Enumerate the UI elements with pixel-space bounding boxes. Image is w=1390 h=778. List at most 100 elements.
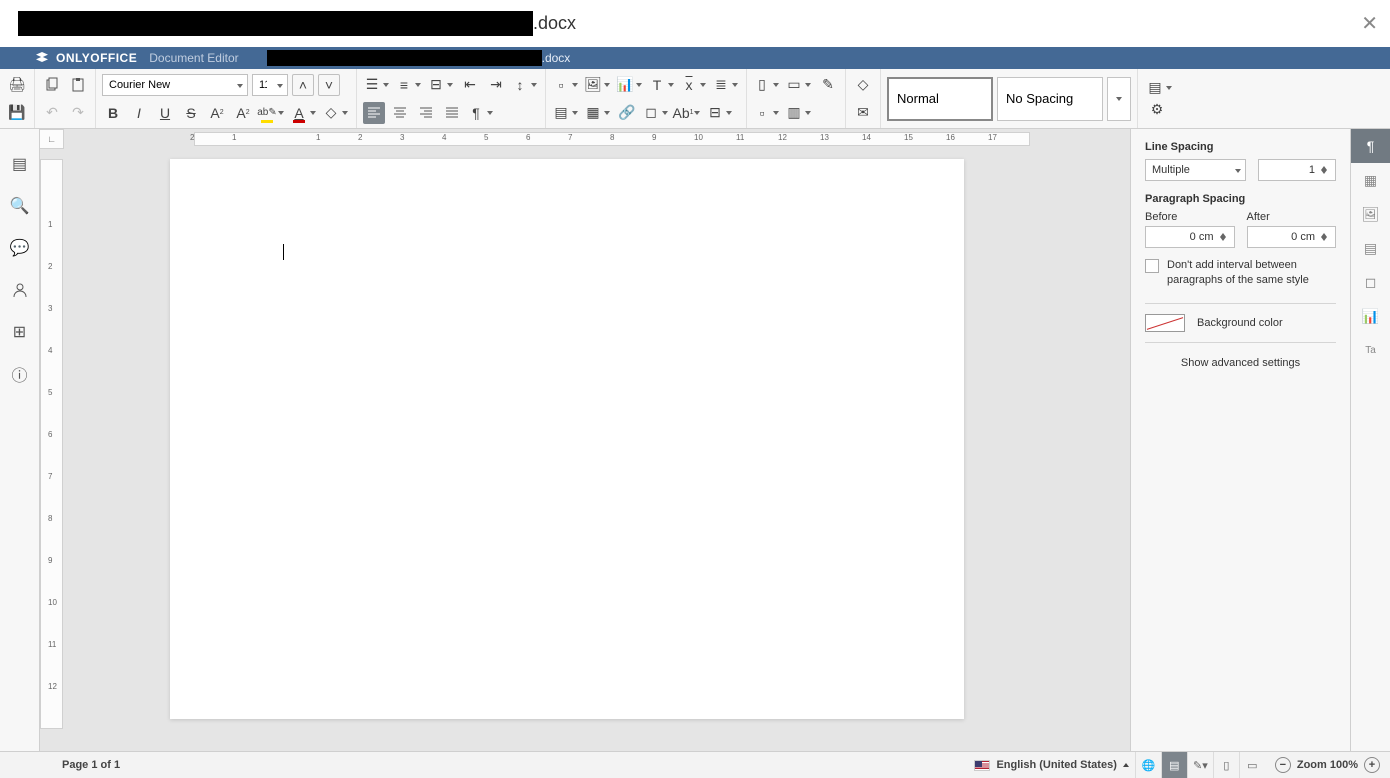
document-scroll[interactable]: 123456789101112 — [40, 149, 1130, 751]
number-list-icon[interactable]: ≡ — [395, 74, 413, 96]
insert-header-icon[interactable]: ▤ — [552, 102, 570, 124]
strikethrough-icon[interactable]: S — [180, 102, 202, 124]
plugins-icon[interactable]: ⊞ — [9, 321, 31, 343]
print-icon[interactable]: 🖨 — [6, 74, 28, 96]
align-right-icon[interactable] — [415, 102, 437, 124]
file-panel-icon[interactable]: ▤ — [9, 153, 31, 175]
nonprinting-dropdown[interactable] — [485, 102, 495, 124]
page-orient-icon[interactable]: ▭ — [785, 74, 803, 96]
settings-gear-icon[interactable]: ⚙ — [1146, 99, 1168, 121]
undo-icon[interactable]: ↶ — [41, 102, 63, 124]
style-normal[interactable]: Normal — [887, 77, 993, 121]
search-icon[interactable]: 🔍 — [9, 195, 31, 217]
no-interval-checkbox[interactable]: Don't add interval between paragraphs of… — [1145, 258, 1336, 289]
clear-style-icon[interactable]: ◇ — [852, 74, 874, 96]
insert-textbox-icon[interactable]: T — [648, 74, 666, 96]
highlight-color-icon[interactable]: ab✎ — [258, 102, 276, 124]
copy-icon[interactable] — [41, 74, 63, 96]
align-left-icon[interactable] — [363, 102, 385, 124]
insert-shape-icon[interactable]: ◻ — [642, 102, 660, 124]
tab-textart-icon[interactable]: Ta — [1351, 333, 1390, 367]
line-spacing-icon[interactable]: ↕ — [511, 74, 529, 96]
page-orient-dropdown[interactable] — [803, 74, 813, 96]
page[interactable] — [170, 159, 964, 719]
insert-image-dropdown[interactable] — [602, 74, 612, 96]
insert-equation-dropdown[interactable] — [698, 74, 708, 96]
zoom-in-button[interactable]: + — [1364, 757, 1380, 773]
about-icon[interactable]: ⓘ — [9, 363, 31, 385]
insert-textbox-dropdown[interactable] — [666, 74, 676, 96]
page-columns-dropdown[interactable] — [803, 102, 813, 124]
font-size-dropdown[interactable] — [273, 80, 287, 90]
multilevel-list-icon[interactable]: ⊟ — [427, 74, 445, 96]
insert-dropcap-dropdown[interactable] — [730, 74, 740, 96]
insert-header-dropdown[interactable] — [570, 102, 580, 124]
align-center-icon[interactable] — [389, 102, 411, 124]
number-list-dropdown[interactable] — [413, 74, 423, 96]
save-icon[interactable]: 💾 — [6, 102, 28, 124]
page-size-dropdown[interactable] — [771, 74, 781, 96]
font-size-down-icon[interactable]: ˅ — [318, 74, 340, 96]
page-indicator[interactable]: Page 1 of 1 — [62, 759, 120, 771]
font-size-box[interactable] — [252, 74, 288, 96]
comments-icon[interactable]: 💬 — [9, 237, 31, 259]
insert-link-icon[interactable]: 🔗 — [616, 102, 638, 124]
page-margins-dropdown[interactable] — [771, 102, 781, 124]
fit-page-icon[interactable]: ▯ — [1213, 752, 1239, 778]
bgcolor-swatch[interactable] — [1145, 314, 1185, 332]
insert-equation-icon[interactable]: x — [680, 74, 698, 96]
insert-dropcap-icon[interactable]: ≣ — [712, 74, 730, 96]
advanced-settings-link[interactable]: Show advanced settings — [1145, 357, 1336, 369]
line-spacing-value-input[interactable]: 1 — [1258, 159, 1336, 181]
line-spacing-dropdown[interactable] — [529, 74, 539, 96]
view-options-icon[interactable]: ▤ — [1146, 77, 1164, 99]
zoom-label[interactable]: Zoom 100% — [1297, 759, 1358, 771]
align-justify-icon[interactable] — [441, 102, 463, 124]
insert-page-icon[interactable]: ▫ — [552, 74, 570, 96]
tab-shape-icon[interactable]: ◻ — [1351, 265, 1390, 299]
nonprinting-icon[interactable]: ¶ — [467, 102, 485, 124]
insert-contents-icon[interactable]: ⊟ — [706, 102, 724, 124]
line-spacing-mode-select[interactable]: Multiple — [1145, 159, 1246, 181]
page-columns-icon[interactable]: ▥ — [785, 102, 803, 124]
font-color-icon[interactable]: A — [290, 102, 308, 124]
shading-icon[interactable]: ◇ — [322, 102, 340, 124]
close-icon[interactable]: ✕ — [1361, 11, 1378, 36]
bold-icon[interactable]: B — [102, 102, 124, 124]
tab-chart-icon[interactable]: 📊 — [1351, 299, 1390, 333]
view-options-dropdown[interactable] — [1164, 77, 1174, 99]
insert-shape-dropdown[interactable] — [660, 102, 670, 124]
style-gallery-more[interactable] — [1107, 77, 1131, 121]
zoom-out-button[interactable]: − — [1275, 757, 1291, 773]
multilevel-list-dropdown[interactable] — [445, 74, 455, 96]
page-margins-icon[interactable]: ▫ — [753, 102, 771, 124]
shading-dropdown[interactable] — [340, 102, 350, 124]
horizontal-ruler[interactable]: ∟ 211234567891011121314151617 — [40, 129, 1130, 149]
tab-table-icon[interactable]: ▦ — [1351, 163, 1390, 197]
spellcheck-icon[interactable]: 🌐 — [1135, 752, 1161, 778]
tracked-changes-icon[interactable]: ▤ — [1161, 752, 1187, 778]
font-name-box[interactable] — [102, 74, 248, 96]
vertical-ruler[interactable]: 123456789101112 — [40, 159, 63, 729]
insert-chart-dropdown[interactable] — [634, 74, 644, 96]
font-name-dropdown[interactable] — [233, 80, 247, 90]
insert-contents-dropdown[interactable] — [724, 102, 734, 124]
copy-style-icon[interactable]: ✎ — [817, 74, 839, 96]
superscript-icon[interactable]: A2 — [206, 102, 228, 124]
ruler-corner[interactable]: ∟ — [40, 129, 64, 149]
style-no-spacing[interactable]: No Spacing — [997, 77, 1103, 121]
page-size-icon[interactable]: ▯ — [753, 74, 771, 96]
paste-icon[interactable] — [67, 74, 89, 96]
increase-indent-icon[interactable]: ⇥ — [485, 74, 507, 96]
italic-icon[interactable]: I — [128, 102, 150, 124]
spacing-after-input[interactable]: 0 cm — [1247, 226, 1337, 248]
insert-chart-icon[interactable]: 📊 — [616, 74, 634, 96]
tab-header-icon[interactable]: ▤ — [1351, 231, 1390, 265]
fit-width-icon[interactable]: ▭ — [1239, 752, 1265, 778]
font-color-dropdown[interactable] — [308, 102, 318, 124]
spacing-before-input[interactable]: 0 cm — [1145, 226, 1235, 248]
bullet-list-icon[interactable]: ☰ — [363, 74, 381, 96]
decrease-indent-icon[interactable]: ⇤ — [459, 74, 481, 96]
insert-table-icon[interactable]: ▦ — [584, 102, 602, 124]
font-size-input[interactable] — [253, 79, 273, 91]
